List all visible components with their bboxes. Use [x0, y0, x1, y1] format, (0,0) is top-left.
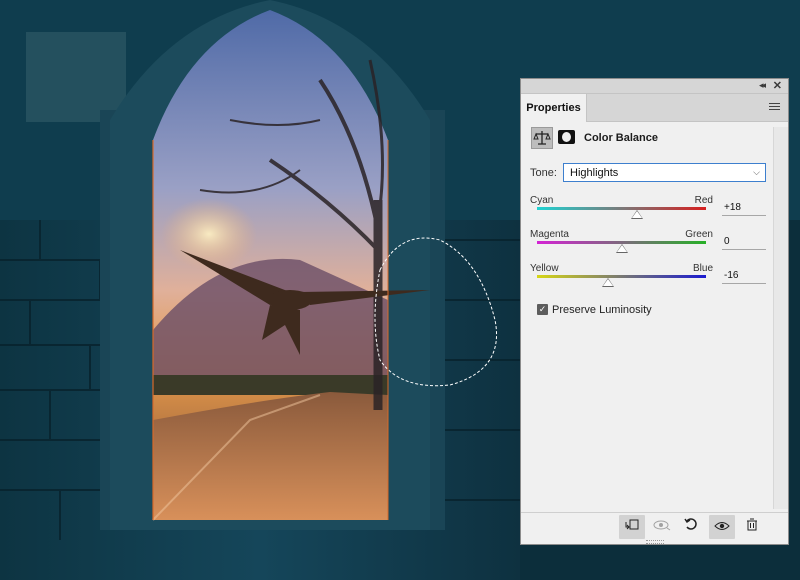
color-balance-icon[interactable] — [531, 127, 553, 149]
slider-track[interactable] — [537, 275, 706, 278]
properties-panel: ◂◂ ✕ Properties Color Balance Tone: High… — [520, 78, 789, 545]
tone-selected-value: Highlights — [570, 167, 619, 179]
chevron-down-icon: ⌵ — [753, 167, 760, 177]
slider-value-input[interactable]: +18 — [722, 201, 766, 216]
panel-tab-row: Properties — [521, 94, 788, 122]
double-chevron-icon[interactable]: ◂◂ — [759, 80, 766, 91]
slider-right-label: Red — [694, 195, 713, 206]
adjustment-header: Color Balance — [531, 127, 781, 149]
panel-scrollbar[interactable] — [773, 127, 788, 509]
slider-value-input[interactable]: -16 — [722, 269, 766, 284]
preserve-luminosity-label: Preserve Luminosity — [552, 304, 652, 316]
tone-row: Tone: Highlights ⌵ — [530, 163, 770, 183]
magenta-green-slider: Magenta Green 0 — [530, 229, 770, 263]
tab-properties[interactable]: Properties — [521, 94, 587, 122]
close-icon[interactable]: ✕ — [773, 79, 782, 92]
visibility-eye-icon[interactable] — [709, 515, 735, 539]
clip-to-layer-icon[interactable] — [619, 515, 645, 539]
panel-resize-grip[interactable] — [646, 540, 664, 544]
slider-left-label: Cyan — [530, 195, 554, 206]
slider-track[interactable] — [537, 207, 706, 210]
reset-icon[interactable] — [678, 515, 704, 539]
slider-left-label: Yellow — [530, 263, 559, 274]
slider-thumb[interactable] — [601, 278, 614, 287]
slider-right-label: Green — [685, 229, 713, 240]
slider-right-label: Blue — [692, 263, 713, 274]
panel-title-bar[interactable]: ◂◂ ✕ — [521, 79, 788, 94]
slider-left-label: Magenta — [530, 229, 569, 240]
tone-dropdown[interactable]: Highlights ⌵ — [563, 163, 766, 182]
slider-thumb[interactable] — [630, 210, 643, 219]
slider-value-input[interactable]: 0 — [722, 235, 766, 250]
preserve-luminosity-row: ✓ Preserve Luminosity — [537, 304, 737, 318]
panel-menu-icon[interactable] — [769, 103, 780, 112]
yellow-blue-slider: Yellow Blue -16 — [530, 263, 770, 297]
panel-footer — [521, 512, 788, 544]
preserve-luminosity-checkbox[interactable]: ✓ — [537, 304, 548, 315]
trash-icon[interactable] — [739, 515, 765, 539]
slider-thumb[interactable] — [615, 244, 628, 253]
tone-label: Tone: — [530, 167, 557, 179]
layer-mask-icon[interactable] — [558, 130, 575, 144]
cyan-red-slider: Cyan Red +18 — [530, 195, 770, 229]
adjustment-title: Color Balance — [584, 132, 658, 144]
view-previous-state-icon[interactable] — [649, 515, 675, 539]
